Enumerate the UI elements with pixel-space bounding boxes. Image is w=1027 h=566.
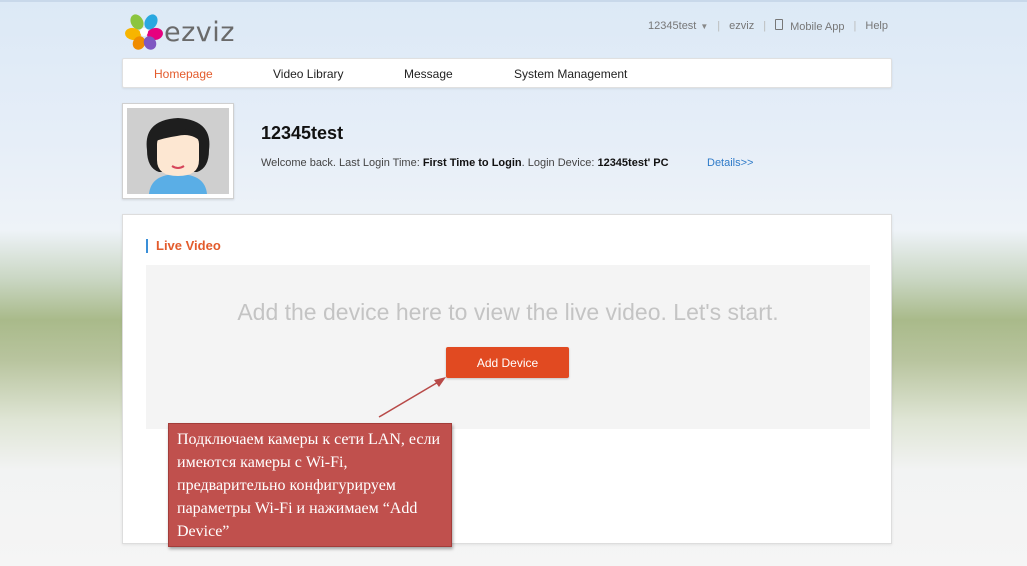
nav-item-system-management[interactable]: System Management: [514, 67, 627, 81]
details-link[interactable]: Details>>: [707, 157, 753, 169]
ezviz-link[interactable]: ezviz: [729, 20, 754, 32]
mobile-app-link[interactable]: Mobile App: [775, 19, 845, 33]
user-menu[interactable]: 12345test ▼: [648, 20, 708, 32]
annotation-text: Подключаем камеры к сети LAN, если имеют…: [177, 431, 441, 540]
avatar[interactable]: [122, 103, 234, 199]
ezviz-logo[interactable]: ezviz: [124, 12, 244, 52]
welcome-prefix: Welcome back. Last Login Time:: [261, 157, 423, 169]
divider: |: [853, 20, 857, 32]
profile-username: 12345test: [261, 123, 344, 143]
login-device-value: 12345test' PC: [597, 157, 669, 169]
add-device-button[interactable]: Add Device: [446, 347, 569, 378]
nav-item-homepage[interactable]: Homepage: [154, 67, 213, 81]
empty-state-message: Add the device here to view the live vid…: [237, 299, 779, 325]
mobile-app-label: Mobile App: [790, 21, 845, 33]
live-video-empty-state: Add the device here to view the live vid…: [146, 265, 870, 429]
divider: |: [717, 20, 721, 32]
help-link[interactable]: Help: [865, 20, 888, 32]
annotation-callout: Подключаем камеры к сети LAN, если имеют…: [168, 423, 452, 547]
user-menu-label: 12345test: [648, 20, 697, 32]
last-login-value: First Time to Login: [422, 157, 522, 169]
phone-icon: [775, 19, 784, 30]
welcome-message: Welcome back. Last Login Time: First Tim…: [261, 157, 669, 169]
logo-flower-icon: [125, 14, 163, 50]
top-links: 12345test ▼ | ezviz | Mobile App | Help: [648, 19, 888, 33]
nav-item-message[interactable]: Message: [404, 67, 453, 81]
divider: |: [763, 20, 767, 32]
user-avatar-icon: [127, 108, 229, 194]
avatar-image: [127, 108, 229, 194]
live-video-title: Live Video: [146, 239, 221, 253]
device-prefix: . Login Device:: [521, 157, 598, 169]
chevron-down-icon: ▼: [700, 22, 709, 31]
nav-item-video-library[interactable]: Video Library: [273, 67, 344, 81]
main-nav: Homepage Video Library Message System Ma…: [122, 58, 892, 88]
top-border: [0, 0, 1027, 2]
logo-wordmark: ezviz: [164, 17, 235, 48]
